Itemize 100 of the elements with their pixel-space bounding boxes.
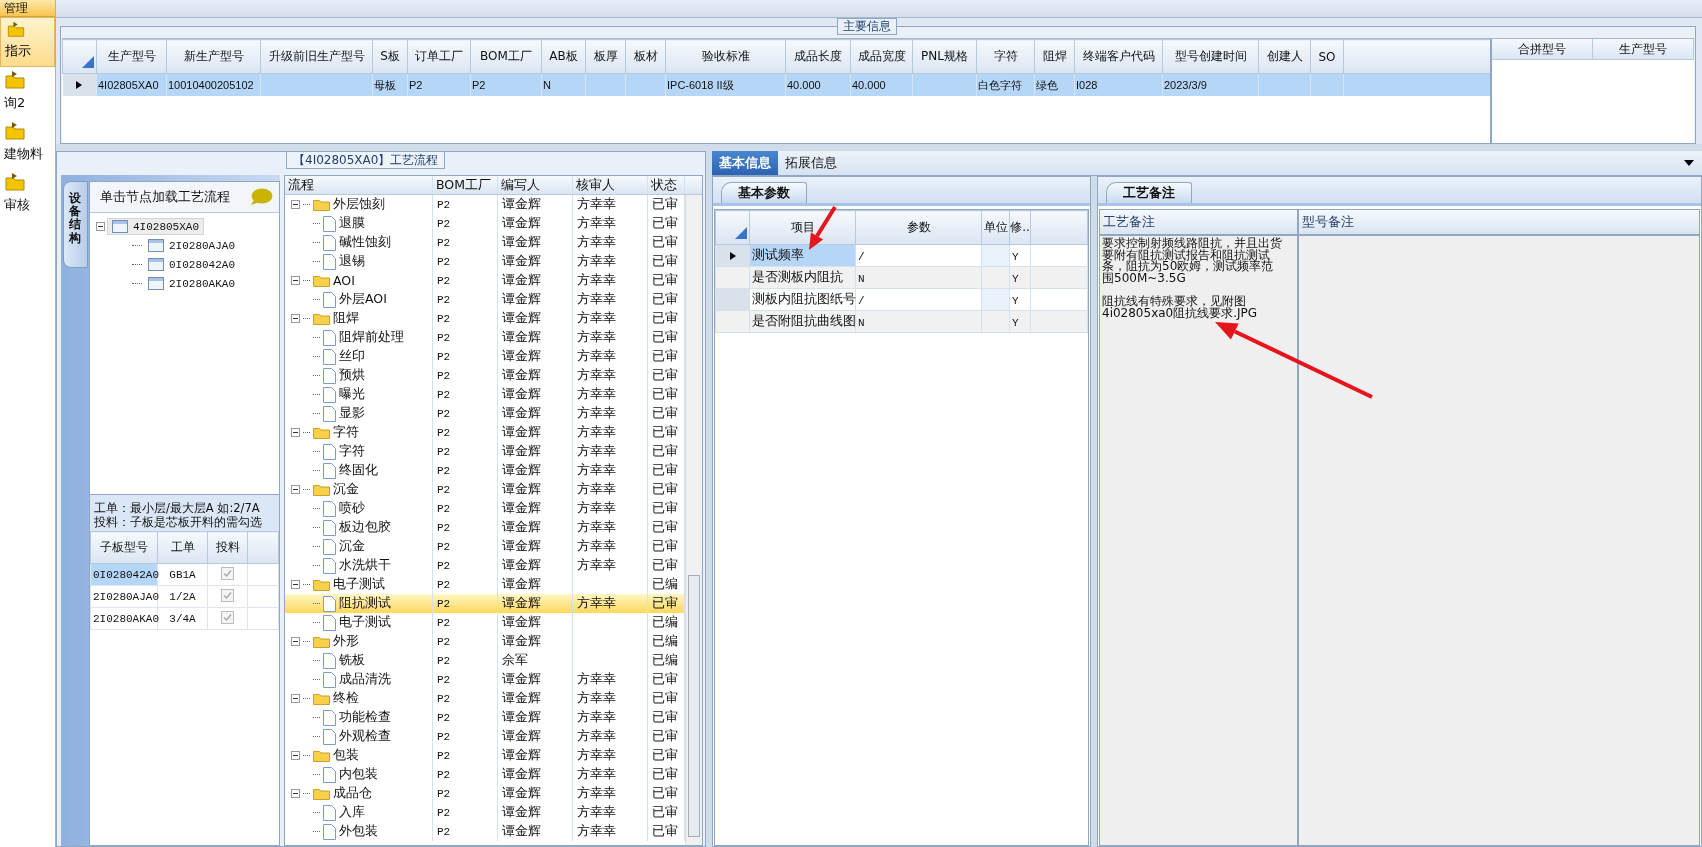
column-header[interactable]: 生产型号 bbox=[1593, 39, 1694, 59]
grid-row[interactable]: AOI P2 谭金辉 方幸幸 已审 bbox=[285, 271, 685, 290]
grid-row[interactable]: 成品清洗 P2 谭金辉 方幸幸 已审 bbox=[285, 670, 685, 689]
vertical-tab[interactable]: 设备结构 bbox=[63, 181, 88, 268]
column-header[interactable]: 修.. bbox=[1009, 210, 1031, 245]
collapse-icon[interactable] bbox=[291, 580, 300, 589]
grid-row[interactable]: 预烘 P2 谭金辉 方幸幸 已审 bbox=[285, 366, 685, 385]
column-header[interactable]: 参数 bbox=[855, 210, 982, 245]
collapse-icon[interactable] bbox=[291, 200, 300, 209]
column-header[interactable]: 子板型号 bbox=[90, 531, 158, 564]
collapse-icon[interactable] bbox=[291, 276, 300, 285]
checkbox[interactable] bbox=[221, 610, 234, 624]
grid-row[interactable]: 阻抗测试 P2 谭金辉 方幸幸 已审 bbox=[285, 594, 685, 613]
grid-row[interactable]: 功能检查 P2 谭金辉 方幸幸 已审 bbox=[285, 708, 685, 727]
collapse-icon[interactable] bbox=[291, 485, 300, 494]
grid-row[interactable]: 包装 P2 谭金辉 方幸幸 已审 bbox=[285, 746, 685, 765]
column-header[interactable]: 型号创建时间 bbox=[1162, 39, 1259, 74]
column-header[interactable]: 核审人 bbox=[573, 176, 648, 194]
checkbox[interactable] bbox=[221, 566, 234, 580]
sidebar-item[interactable]: 审核 bbox=[0, 169, 55, 220]
column-header[interactable]: 状态 bbox=[648, 176, 685, 194]
column-header[interactable]: BOM工厂 bbox=[433, 176, 498, 194]
grid-row[interactable]: 碱性蚀刻 P2 谭金辉 方幸幸 已审 bbox=[285, 233, 685, 252]
column-header[interactable]: 成品长度 bbox=[785, 39, 851, 74]
grid-row[interactable]: 沉金 P2 谭金辉 方幸幸 已审 bbox=[285, 480, 685, 499]
grid-row[interactable]: 阻焊前处理 P2 谭金辉 方幸幸 已审 bbox=[285, 328, 685, 347]
column-header[interactable]: 阻焊 bbox=[1034, 39, 1075, 74]
column-header[interactable]: 创建人 bbox=[1258, 39, 1311, 74]
grid-row[interactable]: 阻焊 P2 谭金辉 方幸幸 已审 bbox=[285, 309, 685, 328]
grid-row[interactable]: 退膜 P2 谭金辉 方幸幸 已审 bbox=[285, 214, 685, 233]
sidebar-item[interactable]: 指示 bbox=[0, 17, 55, 67]
grid-row[interactable]: 水洗烘干 P2 谭金辉 方幸幸 已审 bbox=[285, 556, 685, 575]
scrollbar[interactable] bbox=[685, 195, 702, 845]
column-header[interactable]: S板 bbox=[372, 39, 408, 74]
tab[interactable]: 拓展信息 bbox=[778, 151, 844, 175]
tree-node[interactable]: 0I028042A0 bbox=[144, 257, 239, 272]
grid-row[interactable]: 沉金 P2 谭金辉 方幸幸 已审 bbox=[285, 537, 685, 556]
grid-row[interactable]: 丝印 P2 谭金辉 方幸幸 已审 bbox=[285, 347, 685, 366]
collapse-icon[interactable] bbox=[291, 637, 300, 646]
grid-row[interactable]: 外包装 P2 谭金辉 方幸幸 已审 bbox=[285, 822, 685, 841]
grid-row[interactable]: 板边包胶 P2 谭金辉 方幸幸 已审 bbox=[285, 518, 685, 537]
grid-row[interactable]: 外观检查 P2 谭金辉 方幸幸 已审 bbox=[285, 727, 685, 746]
collapse-icon[interactable] bbox=[291, 751, 300, 760]
grid-row[interactable]: 电子测试 P2 谭金辉 已编 bbox=[285, 613, 685, 632]
tab[interactable]: 基本信息 bbox=[712, 151, 778, 175]
tree-node[interactable]: 2I0280AJA0 bbox=[144, 238, 239, 253]
column-header[interactable]: SO bbox=[1310, 39, 1344, 74]
grid-row[interactable]: 字符 P2 谭金辉 方幸幸 已审 bbox=[285, 442, 685, 461]
column-header[interactable]: AB板 bbox=[541, 39, 586, 74]
column-header[interactable]: 流程 bbox=[285, 176, 433, 194]
grid-row[interactable]: 退锡 P2 谭金辉 方幸幸 已审 bbox=[285, 252, 685, 271]
checkbox[interactable] bbox=[221, 588, 234, 602]
column-header[interactable]: 验收标准 bbox=[665, 39, 786, 74]
collapse-icon[interactable] bbox=[291, 789, 300, 798]
column-header[interactable]: 订单工厂 bbox=[407, 39, 471, 74]
sidebar-item[interactable]: 询2 bbox=[0, 67, 55, 118]
table-cell: 谭金辉 bbox=[502, 614, 541, 631]
tab[interactable]: 工艺备注 bbox=[1106, 182, 1192, 203]
column-header[interactable]: 升级前旧生产型号 bbox=[260, 39, 373, 74]
column-header[interactable]: 合拼型号 bbox=[1492, 39, 1593, 59]
grid-row[interactable]: 外层AOI P2 谭金辉 方幸幸 已审 bbox=[285, 290, 685, 309]
column-header[interactable]: 编写人 bbox=[498, 176, 573, 194]
grid-row[interactable]: 字符 P2 谭金辉 方幸幸 已审 bbox=[285, 423, 685, 442]
grid-row[interactable]: 显影 P2 谭金辉 方幸幸 已审 bbox=[285, 404, 685, 423]
grid-row[interactable]: 喷砂 P2 谭金辉 方幸幸 已审 bbox=[285, 499, 685, 518]
collapse-icon[interactable] bbox=[291, 694, 300, 703]
column-header[interactable]: 终端客户代码 bbox=[1074, 39, 1163, 74]
grid-row[interactable]: 终检 P2 谭金辉 方幸幸 已审 bbox=[285, 689, 685, 708]
sidebar-item[interactable]: 建物料 bbox=[0, 118, 55, 169]
tree-node[interactable]: 4I02805XA0 bbox=[107, 218, 204, 235]
grid-row[interactable]: 内包装 P2 谭金辉 方幸幸 已审 bbox=[285, 765, 685, 784]
column-header[interactable]: 板材 bbox=[625, 39, 666, 74]
column-header[interactable]: 成品宽度 bbox=[850, 39, 913, 74]
collapse-icon[interactable] bbox=[96, 222, 105, 231]
grid-row[interactable]: 外形 P2 谭金辉 已编 bbox=[285, 632, 685, 651]
column-header[interactable]: PNL规格 bbox=[912, 39, 977, 74]
remark-field[interactable]: 要求控制射频线路阻抗，并且出货要附有阻抗测试报告和阻抗测试条，阻抗为50欧姆，测试频率范围500M~3.5G 阻抗线有特殊要求，见附图 4i02805xa0阻抗线要求.JPG bbox=[1100, 236, 1299, 845]
grid-row[interactable]: 铣板 P2 佘军 已编 bbox=[285, 651, 685, 670]
column-header[interactable]: 投料 bbox=[207, 531, 248, 564]
collapse-icon[interactable] bbox=[291, 314, 300, 323]
tab[interactable]: 基本参数 bbox=[721, 182, 807, 203]
column-header[interactable]: 项目 bbox=[749, 210, 856, 245]
grid-row[interactable]: 曝光 P2 谭金辉 方幸幸 已审 bbox=[285, 385, 685, 404]
column-header[interactable]: 单位 bbox=[981, 210, 1010, 245]
grid-row[interactable]: 成品仓 P2 谭金辉 方幸幸 已审 bbox=[285, 784, 685, 803]
remark-field[interactable] bbox=[1299, 236, 1699, 845]
sidebar-group-header[interactable]: 管理 bbox=[0, 0, 55, 17]
column-header[interactable]: 生产型号 bbox=[96, 39, 167, 74]
tree-node[interactable]: 2I0280AKA0 bbox=[144, 276, 239, 291]
collapse-icon[interactable] bbox=[291, 428, 300, 437]
grid-row[interactable]: 终固化 P2 谭金辉 方幸幸 已审 bbox=[285, 461, 685, 480]
grid-row[interactable]: 外层蚀刻 P2 谭金辉 方幸幸 已审 bbox=[285, 195, 685, 214]
dropdown-icon[interactable] bbox=[1684, 160, 1694, 166]
grid-row[interactable]: 入库 P2 谭金辉 方幸幸 已审 bbox=[285, 803, 685, 822]
column-header[interactable]: 工单 bbox=[157, 531, 208, 564]
column-header[interactable]: 新生产型号 bbox=[166, 39, 261, 74]
table-cell: P2 bbox=[437, 597, 451, 610]
column-header[interactable]: BOM工厂 bbox=[470, 39, 542, 74]
column-header[interactable]: 字符 bbox=[976, 39, 1035, 74]
column-header[interactable]: 板厚 bbox=[585, 39, 626, 74]
